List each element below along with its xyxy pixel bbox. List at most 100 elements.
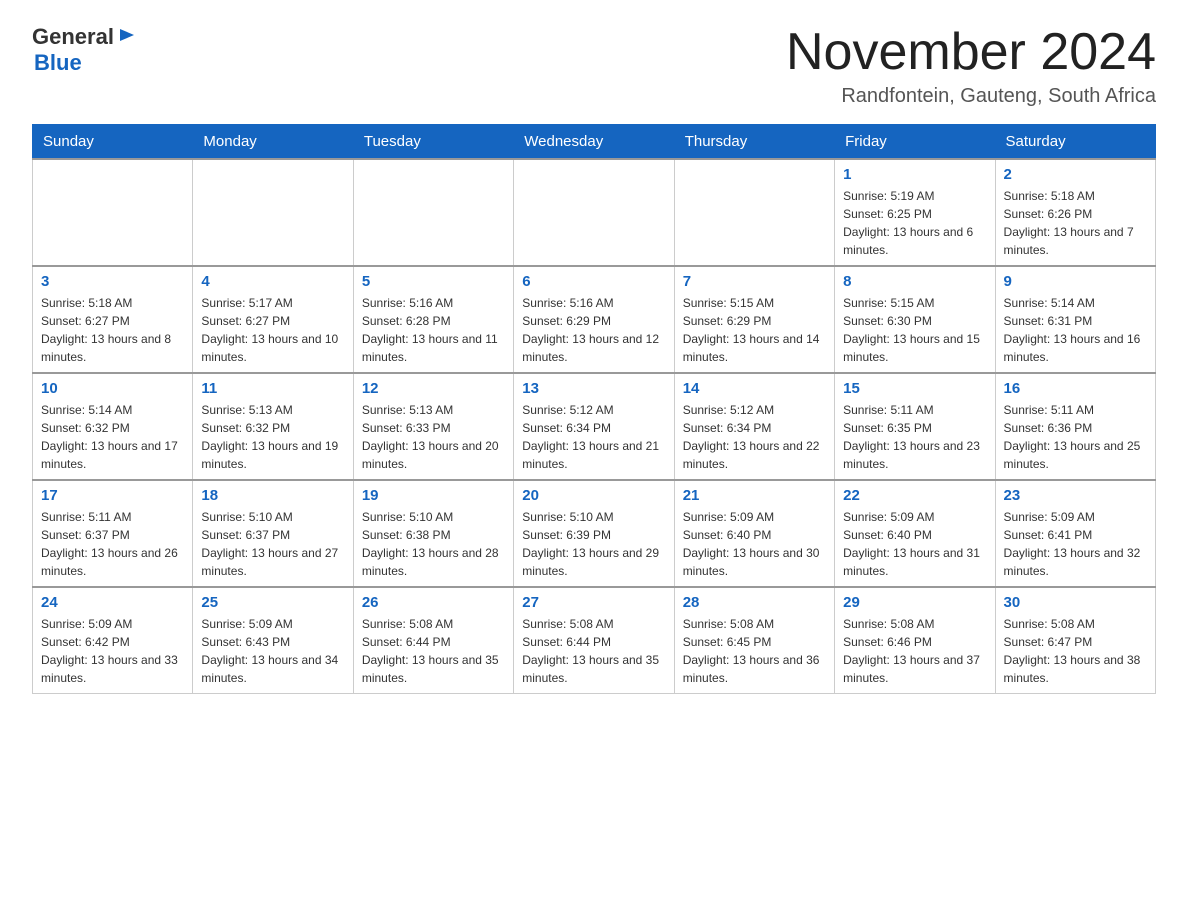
- calendar-cell: 8 Sunrise: 5:15 AMSunset: 6:30 PMDaylight…: [835, 266, 995, 373]
- day-number: 7: [683, 273, 826, 290]
- page-subtitle: Randfontein, Gauteng, South Africa: [786, 85, 1156, 108]
- day-number: 23: [1004, 487, 1147, 504]
- day-number: 2: [1004, 166, 1147, 183]
- calendar-cell: 25Sunrise: 5:09 AMSunset: 6:43 PMDayligh…: [193, 587, 353, 694]
- page-header: General Blue November 2024 Randfontein, …: [32, 24, 1156, 108]
- day-info: Sunrise: 5:08 AMSunset: 6:44 PMDaylight:…: [522, 615, 665, 687]
- day-number: 19: [362, 487, 505, 504]
- week-row-2: 3 Sunrise: 5:18 AMSunset: 6:27 PMDaylight…: [33, 266, 1156, 373]
- day-number: 3: [41, 273, 184, 290]
- day-info: Sunrise: 5:09 AMSunset: 6:41 PMDaylight:…: [1004, 508, 1147, 580]
- calendar-cell: 9 Sunrise: 5:14 AMSunset: 6:31 PMDaylight…: [995, 266, 1155, 373]
- day-info: Sunrise: 5:14 AMSunset: 6:31 PMDaylight:…: [1004, 294, 1147, 366]
- day-number: 29: [843, 594, 986, 611]
- calendar-header-row: SundayMondayTuesdayWednesdayThursdayFrid…: [33, 125, 1156, 160]
- calendar-cell: 12Sunrise: 5:13 AMSunset: 6:33 PMDayligh…: [353, 373, 513, 480]
- day-info: Sunrise: 5:17 AMSunset: 6:27 PMDaylight:…: [201, 294, 344, 366]
- day-info: Sunrise: 5:10 AMSunset: 6:37 PMDaylight:…: [201, 508, 344, 580]
- calendar-cell: 14 Sunrise: 5:12 AMSunset: 6:34 PMDayligh…: [674, 373, 834, 480]
- day-number: 14: [683, 380, 826, 397]
- week-row-4: 17 Sunrise: 5:11 AMSunset: 6:37 PMDayligh…: [33, 480, 1156, 587]
- calendar-cell: 28Sunrise: 5:08 AMSunset: 6:45 PMDayligh…: [674, 587, 834, 694]
- column-header-friday: Friday: [835, 125, 995, 160]
- calendar-cell: 4 Sunrise: 5:17 AMSunset: 6:27 PMDaylight…: [193, 266, 353, 373]
- calendar-cell: 17 Sunrise: 5:11 AMSunset: 6:37 PMDayligh…: [33, 480, 193, 587]
- day-number: 17: [41, 487, 184, 504]
- calendar-cell: 6Sunrise: 5:16 AMSunset: 6:29 PMDaylight…: [514, 266, 674, 373]
- day-number: 9: [1004, 273, 1147, 290]
- day-number: 27: [522, 594, 665, 611]
- calendar-cell: 20Sunrise: 5:10 AMSunset: 6:39 PMDayligh…: [514, 480, 674, 587]
- day-number: 8: [843, 273, 986, 290]
- calendar-cell: 23 Sunrise: 5:09 AMSunset: 6:41 PMDayligh…: [995, 480, 1155, 587]
- day-info: Sunrise: 5:11 AMSunset: 6:36 PMDaylight:…: [1004, 401, 1147, 473]
- day-number: 26: [362, 594, 505, 611]
- calendar-cell: 7 Sunrise: 5:15 AMSunset: 6:29 PMDaylight…: [674, 266, 834, 373]
- week-row-3: 10 Sunrise: 5:14 AMSunset: 6:32 PMDayligh…: [33, 373, 1156, 480]
- day-number: 10: [41, 380, 184, 397]
- calendar-cell: [33, 159, 193, 266]
- day-info: Sunrise: 5:08 AMSunset: 6:47 PMDaylight:…: [1004, 615, 1147, 687]
- calendar-table: SundayMondayTuesdayWednesdayThursdayFrid…: [32, 124, 1156, 694]
- day-number: 18: [201, 487, 344, 504]
- day-info: Sunrise: 5:11 AMSunset: 6:37 PMDaylight:…: [41, 508, 184, 580]
- logo-arrow-icon: [118, 26, 136, 49]
- calendar-cell: [514, 159, 674, 266]
- calendar-cell: 18 Sunrise: 5:10 AMSunset: 6:37 PMDayligh…: [193, 480, 353, 587]
- title-area: November 2024 Randfontein, Gauteng, Sout…: [786, 24, 1156, 108]
- calendar-cell: [674, 159, 834, 266]
- day-info: Sunrise: 5:16 AMSunset: 6:29 PMDaylight:…: [522, 294, 665, 366]
- calendar-cell: 15Sunrise: 5:11 AMSunset: 6:35 PMDayligh…: [835, 373, 995, 480]
- calendar-cell: 19 Sunrise: 5:10 AMSunset: 6:38 PMDayligh…: [353, 480, 513, 587]
- day-number: 16: [1004, 380, 1147, 397]
- day-info: Sunrise: 5:12 AMSunset: 6:34 PMDaylight:…: [683, 401, 826, 473]
- calendar-cell: 29 Sunrise: 5:08 AMSunset: 6:46 PMDayligh…: [835, 587, 995, 694]
- calendar-cell: 30Sunrise: 5:08 AMSunset: 6:47 PMDayligh…: [995, 587, 1155, 694]
- day-info: Sunrise: 5:14 AMSunset: 6:32 PMDaylight:…: [41, 401, 184, 473]
- day-info: Sunrise: 5:12 AMSunset: 6:34 PMDaylight:…: [522, 401, 665, 473]
- calendar-cell: 24 Sunrise: 5:09 AMSunset: 6:42 PMDayligh…: [33, 587, 193, 694]
- day-info: Sunrise: 5:11 AMSunset: 6:35 PMDaylight:…: [843, 401, 986, 473]
- day-number: 13: [522, 380, 665, 397]
- day-info: Sunrise: 5:15 AMSunset: 6:29 PMDaylight:…: [683, 294, 826, 366]
- day-info: Sunrise: 5:18 AMSunset: 6:26 PMDaylight:…: [1004, 187, 1147, 259]
- day-number: 5: [362, 273, 505, 290]
- calendar-cell: 13 Sunrise: 5:12 AMSunset: 6:34 PMDayligh…: [514, 373, 674, 480]
- day-number: 22: [843, 487, 986, 504]
- column-header-monday: Monday: [193, 125, 353, 160]
- day-info: Sunrise: 5:08 AMSunset: 6:46 PMDaylight:…: [843, 615, 986, 687]
- day-info: Sunrise: 5:13 AMSunset: 6:33 PMDaylight:…: [362, 401, 505, 473]
- day-info: Sunrise: 5:15 AMSunset: 6:30 PMDaylight:…: [843, 294, 986, 366]
- column-header-thursday: Thursday: [674, 125, 834, 160]
- logo: General Blue: [32, 24, 136, 76]
- column-header-sunday: Sunday: [33, 125, 193, 160]
- day-info: Sunrise: 5:09 AMSunset: 6:40 PMDaylight:…: [683, 508, 826, 580]
- calendar-cell: 11Sunrise: 5:13 AMSunset: 6:32 PMDayligh…: [193, 373, 353, 480]
- day-info: Sunrise: 5:10 AMSunset: 6:38 PMDaylight:…: [362, 508, 505, 580]
- logo-general-text: General: [32, 24, 114, 50]
- day-info: Sunrise: 5:19 AMSunset: 6:25 PMDaylight:…: [843, 187, 986, 259]
- column-header-wednesday: Wednesday: [514, 125, 674, 160]
- calendar-cell: 27 Sunrise: 5:08 AMSunset: 6:44 PMDayligh…: [514, 587, 674, 694]
- day-number: 25: [201, 594, 344, 611]
- day-number: 4: [201, 273, 344, 290]
- page-title: November 2024: [786, 24, 1156, 81]
- day-info: Sunrise: 5:09 AMSunset: 6:40 PMDaylight:…: [843, 508, 986, 580]
- calendar-cell: [353, 159, 513, 266]
- day-number: 24: [41, 594, 184, 611]
- day-info: Sunrise: 5:18 AMSunset: 6:27 PMDaylight:…: [41, 294, 184, 366]
- day-info: Sunrise: 5:08 AMSunset: 6:44 PMDaylight:…: [362, 615, 505, 687]
- calendar-cell: 2 Sunrise: 5:18 AMSunset: 6:26 PMDaylight…: [995, 159, 1155, 266]
- week-row-1: 1Sunrise: 5:19 AMSunset: 6:25 PMDaylight…: [33, 159, 1156, 266]
- calendar-cell: 22 Sunrise: 5:09 AMSunset: 6:40 PMDayligh…: [835, 480, 995, 587]
- calendar-cell: 26 Sunrise: 5:08 AMSunset: 6:44 PMDayligh…: [353, 587, 513, 694]
- day-info: Sunrise: 5:09 AMSunset: 6:42 PMDaylight:…: [41, 615, 184, 687]
- calendar-cell: 10 Sunrise: 5:14 AMSunset: 6:32 PMDayligh…: [33, 373, 193, 480]
- calendar-cell: 1Sunrise: 5:19 AMSunset: 6:25 PMDaylight…: [835, 159, 995, 266]
- calendar-cell: 16 Sunrise: 5:11 AMSunset: 6:36 PMDayligh…: [995, 373, 1155, 480]
- calendar-cell: 3 Sunrise: 5:18 AMSunset: 6:27 PMDaylight…: [33, 266, 193, 373]
- column-header-saturday: Saturday: [995, 125, 1155, 160]
- day-info: Sunrise: 5:10 AMSunset: 6:39 PMDaylight:…: [522, 508, 665, 580]
- calendar-cell: 5Sunrise: 5:16 AMSunset: 6:28 PMDaylight…: [353, 266, 513, 373]
- calendar-cell: [193, 159, 353, 266]
